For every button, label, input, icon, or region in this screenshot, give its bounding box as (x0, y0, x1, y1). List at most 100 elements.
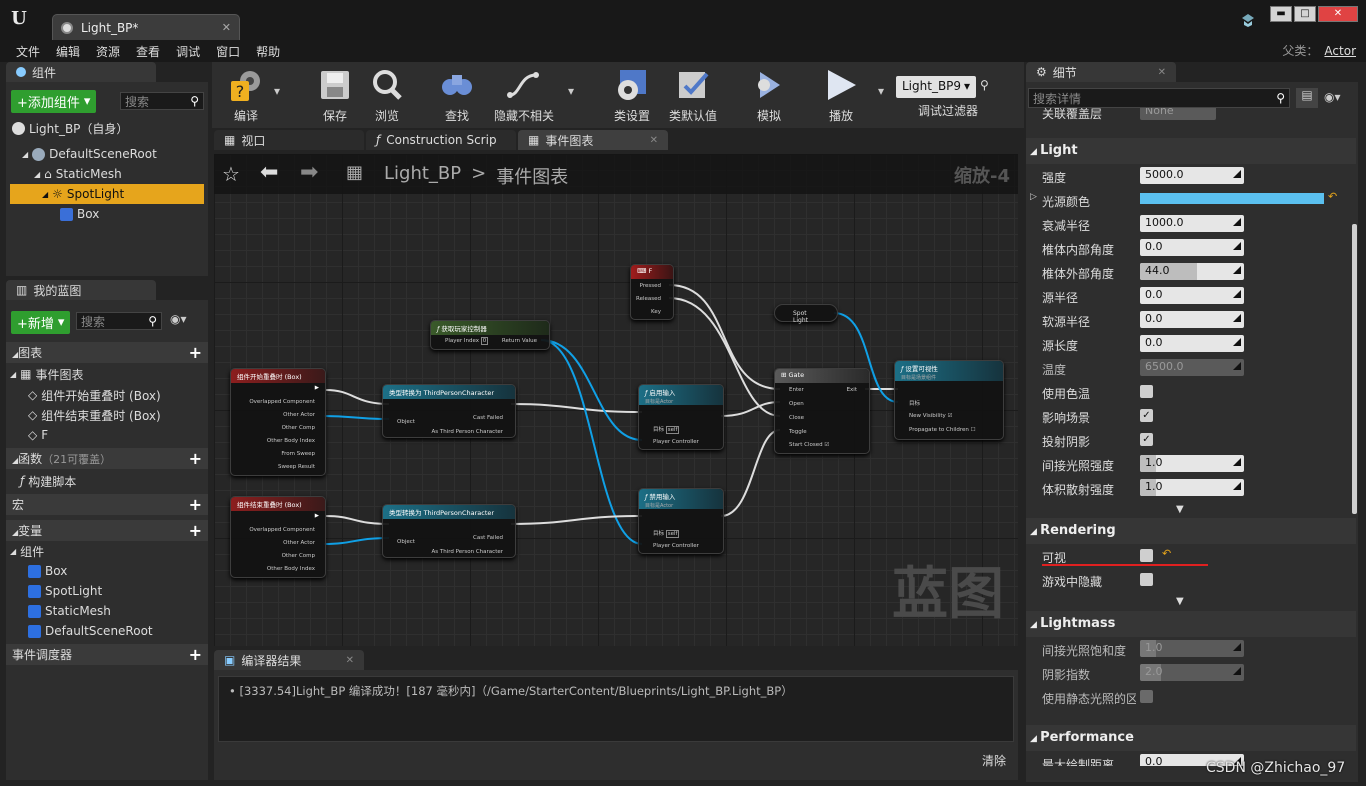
event-graph-item[interactable]: ◢ ▦ 事件图表 (10, 364, 84, 384)
menu-help[interactable]: 帮助 (248, 43, 288, 60)
class-defaults-button[interactable]: 类默认值 (666, 64, 720, 124)
exec-pin-icon[interactable]: ▶ (315, 385, 319, 391)
node-get-player-controller[interactable]: ƒ 获取玩家控制器 Player Index 0 Return Value (430, 320, 550, 350)
number-field[interactable]: 1.0 (1140, 455, 1244, 472)
tree-item-staticmesh[interactable]: ◢ ⌂ StaticMesh (34, 164, 122, 184)
close-tab-icon[interactable]: ✕ (650, 135, 658, 146)
tab-my-blueprint[interactable]: ▥ 我的蓝图 (6, 280, 156, 300)
variable-item[interactable]: SpotLight (28, 581, 102, 601)
number-field[interactable]: 6500.0 (1140, 359, 1244, 376)
blueprint-search[interactable]: 搜索 ⚲ (76, 312, 162, 330)
save-button[interactable]: 保存 (312, 64, 358, 124)
detail-value[interactable]: None (1140, 108, 1216, 120)
number-field[interactable]: 44.0 (1140, 263, 1244, 280)
node-end-overlap[interactable]: 组件结束重叠时 (Box) ▶ Overlapped Component Oth… (230, 496, 326, 578)
menu-debug[interactable]: 调试 (168, 43, 208, 60)
checkbox[interactable] (1140, 549, 1153, 562)
node-f-key[interactable]: ⌨ F Pressed Released Key (630, 264, 674, 320)
simulate-button[interactable]: 模拟 (746, 64, 792, 124)
checkbox[interactable] (1140, 573, 1153, 586)
node-cast-1[interactable]: 类型转换为 ThirdPersonCharacter Object Cast F… (382, 384, 516, 438)
menu-file[interactable]: 文件 (8, 43, 48, 60)
color-swatch[interactable] (1140, 193, 1324, 204)
event-item[interactable]: ◇ F (28, 425, 48, 445)
variable-item[interactable]: Box (28, 561, 67, 581)
details-search[interactable]: 搜索详情 ⚲ (1028, 88, 1290, 108)
grid-view-icon[interactable]: ▤ (1296, 88, 1318, 108)
number-field[interactable]: 0.0 (1140, 287, 1244, 304)
minimize-button[interactable]: ▬ (1270, 6, 1292, 22)
tab-viewport[interactable]: ▦ 视口 (214, 130, 364, 150)
add-graph-icon[interactable]: + (189, 343, 202, 362)
checkbox[interactable] (1140, 385, 1153, 398)
checkbox[interactable]: ✓ (1140, 409, 1153, 422)
parent-class-link[interactable]: Actor (1324, 44, 1356, 58)
compile-button[interactable]: ? 编译 (218, 64, 274, 124)
browse-button[interactable]: 浏览 (364, 64, 410, 124)
tree-item-spotlight[interactable]: ◢ ☼ SpotLight (10, 184, 204, 204)
number-field[interactable]: 1000.0 (1140, 215, 1244, 232)
add-variable-icon[interactable]: + (189, 521, 202, 540)
details-scrollbar[interactable] (1352, 224, 1357, 514)
close-tab-icon[interactable]: ✕ (1158, 67, 1166, 78)
add-macro-icon[interactable]: + (189, 495, 202, 514)
tab-details[interactable]: ⚙ 细节 ✕ (1026, 62, 1176, 82)
event-item[interactable]: ◇ 组件开始重叠时 (Box) (28, 385, 161, 405)
tree-item-defaultsceneroot[interactable]: ◢ DefaultSceneRoot (22, 144, 157, 164)
eye-icon[interactable]: ◉▾ (170, 312, 187, 326)
node-set-visibility[interactable]: ƒ 设置可视性 目标是场景组件 目标 New Visibility ☑ Propa… (894, 360, 1004, 440)
play-button[interactable]: 播放 (818, 64, 864, 124)
class-settings-button[interactable]: 类设置 (606, 64, 658, 124)
category-macros[interactable]: 宏 + (6, 494, 208, 515)
category-graphs[interactable]: ◢图表 + (6, 342, 208, 363)
number-field[interactable]: 5000.0 (1140, 167, 1244, 184)
tree-item-box[interactable]: Box (60, 204, 99, 224)
expand-advanced-icon[interactable]: ▼ (1176, 504, 1184, 515)
category-functions[interactable]: ◢函数（21可覆盖） + (6, 448, 208, 469)
menu-window[interactable]: 窗口 (208, 43, 248, 60)
exec-pin-icon[interactable]: ▶ (315, 513, 319, 519)
compile-options-chevron-icon[interactable]: ▾ (274, 84, 280, 98)
component-search[interactable]: 搜索 ⚲ (120, 92, 204, 110)
number-field[interactable]: 0.0 (1140, 311, 1244, 328)
close-tab-icon[interactable]: ✕ (346, 655, 354, 666)
tab-construction-script[interactable]: ƒ Construction Scrip (366, 130, 516, 150)
section-lightmass[interactable]: ◢ Lightmass (1026, 611, 1356, 637)
feedback-icon[interactable] (1240, 12, 1256, 28)
play-options-chevron-icon[interactable]: ▾ (878, 84, 884, 98)
tab-event-graph[interactable]: ▦ 事件图表 ✕ (518, 130, 668, 150)
hide-unrelated-button[interactable]: 隐藏不相关 (488, 64, 560, 124)
add-component-button[interactable]: +添加组件 ▾ (11, 90, 97, 113)
reset-icon[interactable]: ↶ (1328, 190, 1337, 203)
find-button[interactable]: 查找 (434, 64, 480, 124)
node-enable-input[interactable]: ƒ 启用输入 目标是Actor 目标 self Player Controller (638, 384, 724, 450)
tab-compiler-results[interactable]: ▣ 编译器结果 ✕ (214, 650, 364, 670)
node-begin-overlap[interactable]: 组件开始重叠时 (Box) ▶ Overlapped Component Oth… (230, 368, 326, 476)
menu-view[interactable]: 查看 (128, 43, 168, 60)
add-dispatcher-icon[interactable]: + (189, 645, 202, 664)
variable-item[interactable]: DefaultSceneRoot (28, 621, 153, 641)
new-button[interactable]: +新增 ▾ (11, 311, 71, 334)
node-gate[interactable]: ⊞ Gate Enter Exit Open Close Toggle Star… (774, 368, 870, 454)
section-rendering[interactable]: ◢ Rendering (1026, 518, 1356, 544)
component-self[interactable]: Light_BP（自身） (12, 118, 128, 138)
expand-advanced-icon[interactable]: ▼ (1176, 596, 1184, 607)
clear-button[interactable]: 清除 (982, 752, 1006, 769)
category-variables[interactable]: ◢变量 + (6, 520, 208, 541)
variable-item[interactable]: StaticMesh (28, 601, 111, 621)
tab-components[interactable]: 组件 (6, 62, 156, 82)
node-spotlight-variable[interactable]: Spot Light (774, 304, 838, 324)
node-disable-input[interactable]: ƒ 禁用输入 目标是Actor 目标 self Player Controller (638, 488, 724, 554)
number-field[interactable]: 1.0 (1140, 479, 1244, 496)
expand-icon[interactable]: ▷ (1030, 192, 1037, 202)
construction-script-item[interactable]: ƒ 构建脚本 (20, 471, 76, 491)
section-light[interactable]: ◢ Light (1026, 138, 1356, 164)
components-category[interactable]: ◢ 组件 (10, 541, 44, 561)
event-graph-canvas[interactable]: ☆ ⬅ ➡ ▦ Light_BP > 事件图表 缩放-4 蓝图 组件开始重叠时 … (214, 154, 1018, 646)
close-window-button[interactable]: ✕ (1318, 6, 1358, 22)
debug-object-select[interactable]: Light_BP9 ▾ (896, 76, 976, 98)
menu-asset[interactable]: 资源 (88, 43, 128, 60)
reset-icon[interactable]: ↶ (1162, 547, 1171, 560)
document-tab[interactable]: Light_BP* ✕ (52, 14, 240, 40)
search-icon[interactable]: ⚲ (980, 78, 989, 92)
